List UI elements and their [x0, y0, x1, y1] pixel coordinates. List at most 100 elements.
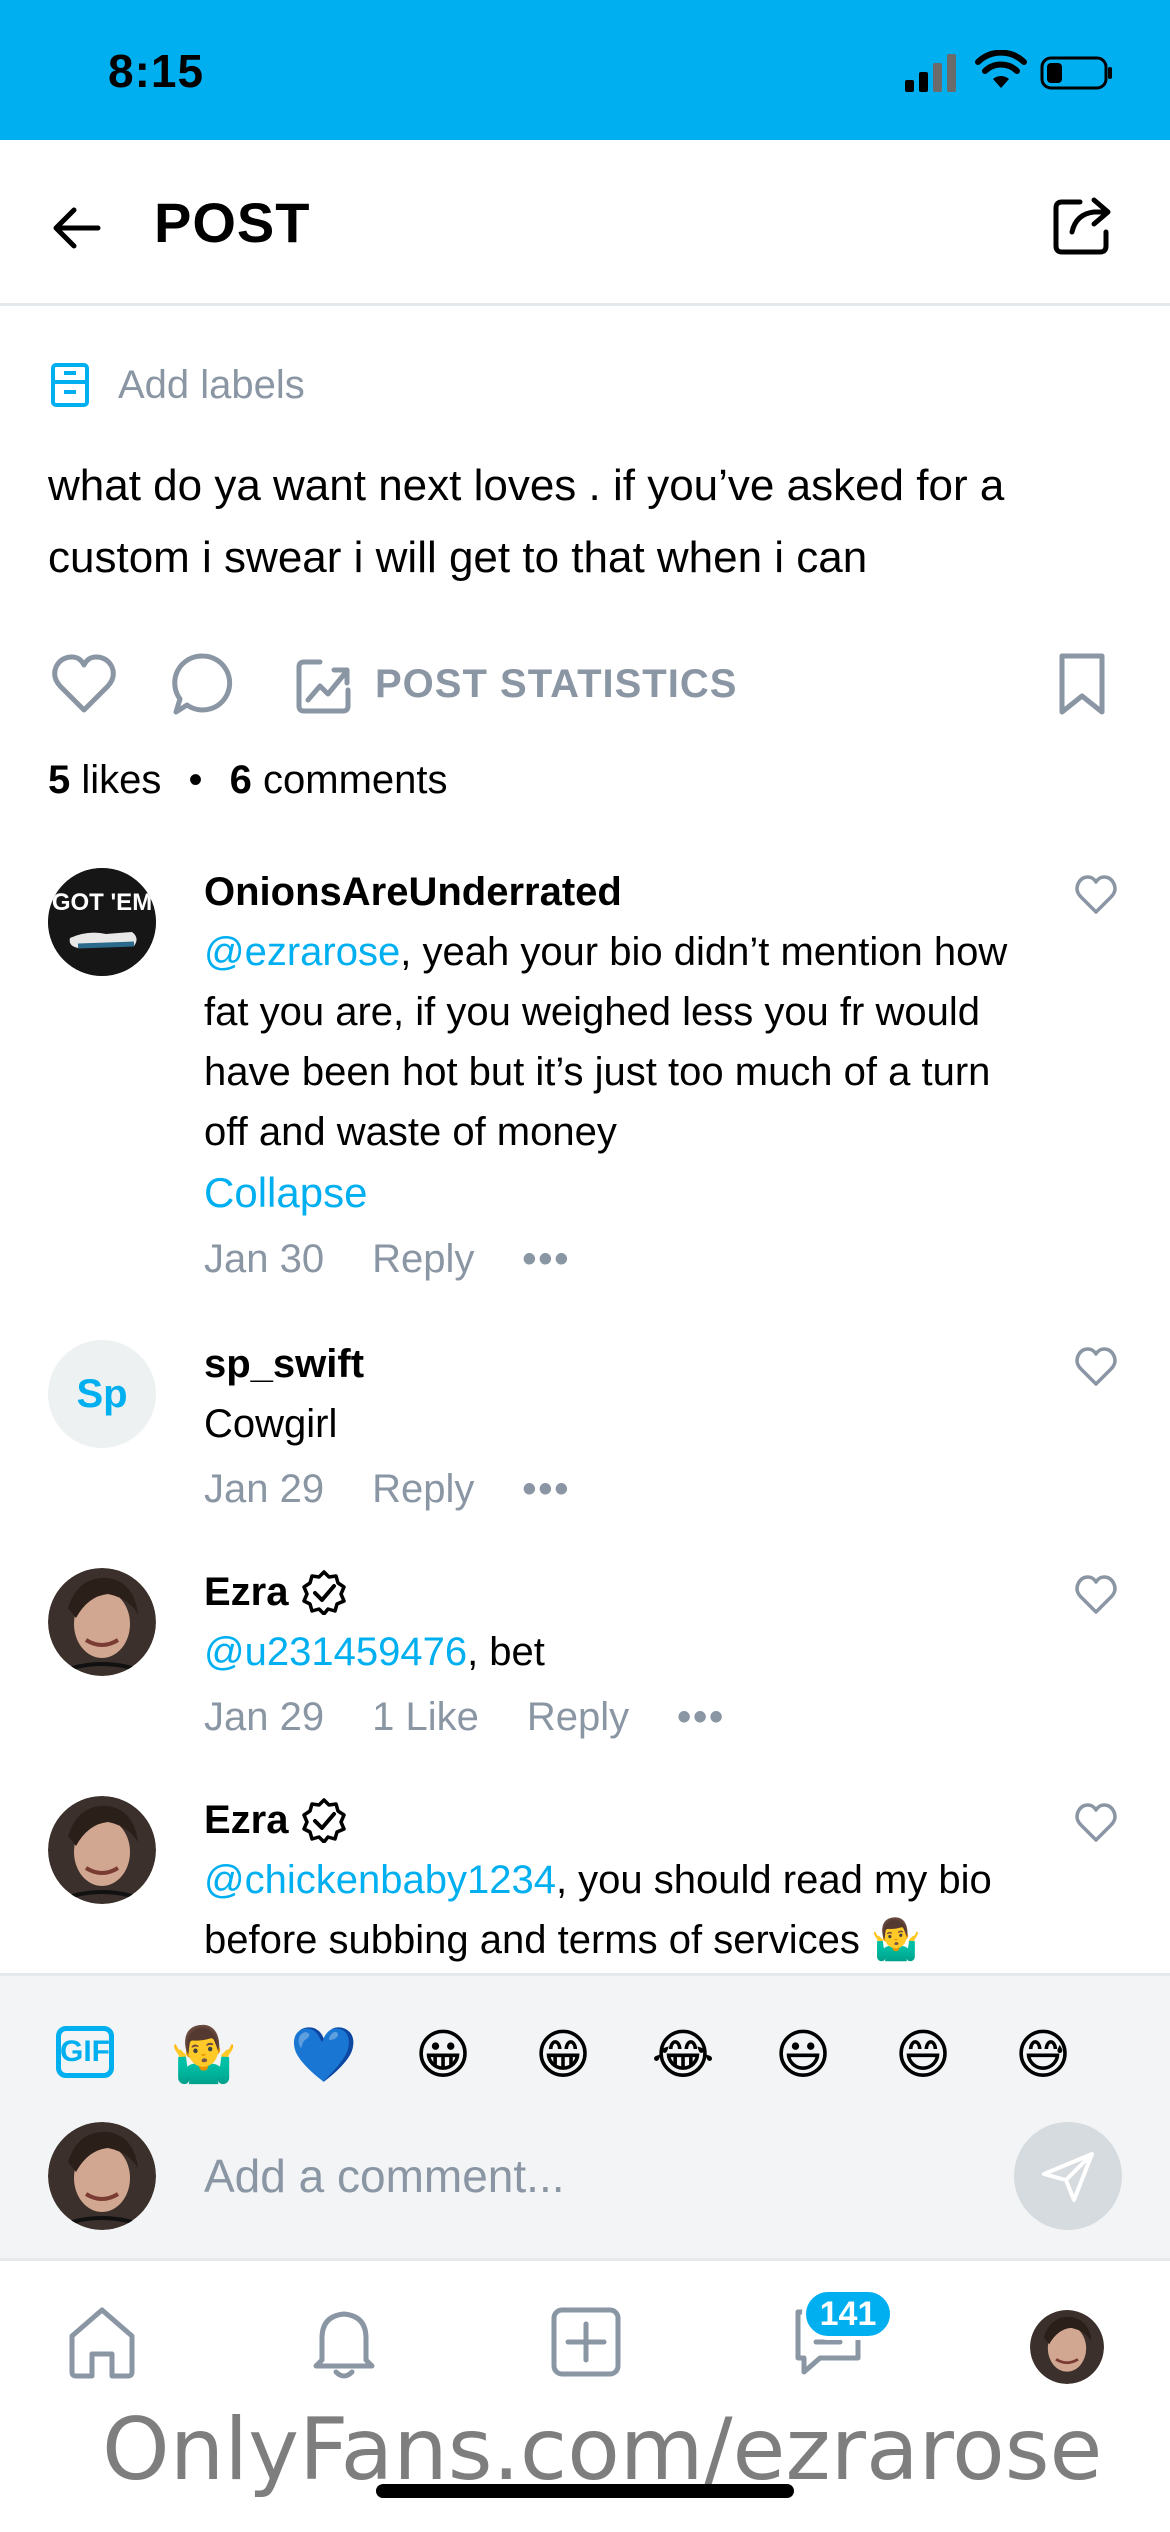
comment-date: Jan 29	[204, 1467, 325, 1511]
reply-button[interactable]: Reply	[372, 1454, 474, 1524]
comment-meta: Jan 29 Reply •••	[204, 1454, 1024, 1524]
statistics-icon[interactable]	[294, 656, 354, 716]
reply-button[interactable]: Reply	[372, 1224, 474, 1294]
avatar	[48, 2122, 156, 2230]
heart-icon[interactable]	[1074, 874, 1118, 916]
wifi-icon	[975, 50, 1027, 88]
comment-text: @u231459476, bet	[204, 1622, 1024, 1682]
avatar[interactable]	[48, 1568, 156, 1676]
count-separator: •	[188, 758, 203, 802]
home-icon[interactable]	[60, 2300, 144, 2384]
comment-meta: Jan 30 Reply •••	[204, 1224, 1024, 1294]
heart-icon[interactable]	[1074, 1346, 1118, 1388]
mention-link[interactable]: @chickenbaby1234	[204, 1858, 556, 1902]
comment-body: Ezra @u231459476, bet Jan 29 1 Like Repl…	[204, 1562, 1024, 1752]
comment-likes[interactable]: 1 Like	[372, 1682, 479, 1752]
comment-date: Jan 30	[204, 1237, 325, 1281]
post-statistics-button[interactable]: POST STATISTICS	[375, 662, 737, 707]
home-indicator	[376, 2484, 794, 2498]
comments-word: comments	[263, 758, 448, 802]
comment-author[interactable]: sp_swift	[204, 1334, 1024, 1394]
mention-link[interactable]: @ezrarose	[204, 930, 400, 974]
emoji-button[interactable]: 😀	[410, 2022, 476, 2088]
comment-meta: Jan 29 1 Like Reply •••	[204, 1682, 1024, 1752]
messages-badge: 141	[802, 2288, 894, 2340]
add-labels-button[interactable]: Add labels	[50, 360, 305, 410]
comment-input[interactable]	[184, 2126, 984, 2226]
heart-icon[interactable]	[1074, 1802, 1118, 1844]
verified-icon	[301, 1570, 346, 1615]
avatar-initials: Sp	[76, 1371, 128, 1416]
emoji-button[interactable]: 😁	[530, 2022, 596, 2088]
status-bar: 8:15	[0, 0, 1170, 140]
status-time: 8:15	[108, 45, 205, 97]
emoji-button[interactable]: 😅	[1010, 2022, 1076, 2088]
bookmark-icon[interactable]	[1052, 650, 1112, 718]
send-button[interactable]	[1014, 2122, 1122, 2230]
comment-author[interactable]: Ezra	[204, 1562, 1024, 1622]
emoji-button[interactable]: 💙	[290, 2022, 357, 2088]
user-photo-icon	[48, 2122, 156, 2230]
author-name[interactable]: Ezra	[204, 1562, 289, 1622]
cellular-signal-icon	[905, 54, 956, 92]
author-name[interactable]: Ezra	[204, 1790, 289, 1850]
emoji-button[interactable]: 😂	[650, 2022, 716, 2088]
user-photo-icon	[48, 1568, 156, 1676]
emoji-row: GIF 🤷‍♂️ 💙 😀 😁 😂 😃 😄 😅	[0, 2016, 1170, 2096]
comment-text: @chickenbaby1234, you should read my bio…	[204, 1850, 1024, 1970]
user-photo-icon	[48, 1796, 156, 1904]
add-post-icon[interactable]	[544, 2300, 628, 2384]
share-icon[interactable]	[1050, 192, 1116, 258]
emoji-button[interactable]: 😄	[890, 2022, 956, 2088]
got-em-avatar-icon: GOT 'EM	[48, 868, 156, 976]
top-header: POST	[0, 140, 1170, 306]
post-actions: POST STATISTICS	[0, 650, 1170, 730]
avatar[interactable]: GOT 'EM	[48, 868, 156, 976]
gif-button[interactable]: GIF	[56, 2026, 114, 2078]
more-options-icon[interactable]: •••	[677, 1682, 725, 1752]
post-text: what do ya want next loves . if you’ve a…	[48, 461, 1005, 582]
comment-icon[interactable]	[170, 650, 236, 718]
comment-author[interactable]: Ezra	[204, 1790, 1024, 1850]
add-labels-label: Add labels	[118, 362, 305, 407]
comment-item: GOT 'EM OnionsAreUnderrated @ezrarose, y…	[0, 862, 1170, 1282]
comment-text: @ezrarose, yeah your bio didn’t mention …	[204, 922, 1024, 1162]
comment-body: sp_swift Cowgirl Jan 29 Reply •••	[204, 1334, 1024, 1524]
page-title: POST	[154, 191, 311, 254]
comment-text: Cowgirl	[204, 1402, 338, 1446]
bell-icon[interactable]	[302, 2300, 386, 2384]
send-icon	[1042, 2152, 1094, 2202]
more-options-icon[interactable]: •••	[522, 1224, 570, 1294]
avatar[interactable]: Sp	[48, 1340, 156, 1448]
user-photo-icon	[1030, 2310, 1104, 2384]
heart-icon[interactable]	[50, 650, 118, 718]
author-name[interactable]: sp_swift	[204, 1334, 364, 1394]
comment-item: Ezra @chickenbaby1234, you should read m…	[0, 1790, 1170, 1973]
battery-icon	[1040, 56, 1112, 90]
profile-avatar[interactable]	[1030, 2310, 1104, 2384]
avatar[interactable]	[48, 1796, 156, 1904]
emoji-button[interactable]: 😃	[770, 2022, 836, 2088]
author-name[interactable]: OnionsAreUnderrated	[204, 862, 622, 922]
comment-item: Ezra @u231459476, bet Jan 29 1 Like Repl…	[0, 1562, 1170, 1742]
likes-count: 5	[48, 758, 71, 802]
comment-text-body: , bet	[467, 1630, 545, 1674]
comment-date: Jan 29	[204, 1695, 325, 1739]
post-counts: 5 likes • 6 comments	[48, 758, 448, 803]
emoji-button[interactable]: 🤷‍♂️	[170, 2022, 237, 2088]
mention-link[interactable]: @u231459476	[204, 1630, 467, 1674]
reply-button[interactable]: Reply	[527, 1682, 629, 1752]
comment-composer: GIF 🤷‍♂️ 💙 😀 😁 😂 😃 😄 😅	[0, 1973, 1170, 2261]
comment-body: Ezra @chickenbaby1234, you should read m…	[204, 1790, 1024, 1970]
labels-icon	[51, 363, 89, 407]
likes-word: likes	[81, 758, 162, 802]
comments-count: 6	[229, 758, 252, 802]
verified-icon	[301, 1798, 346, 1843]
comment-item: Sp sp_swift Cowgirl Jan 29 Reply •••	[0, 1334, 1170, 1514]
avatar-text: GOT 'EM	[52, 889, 152, 916]
collapse-button[interactable]: Collapse	[204, 1162, 1024, 1224]
comment-author[interactable]: OnionsAreUnderrated	[204, 862, 1024, 922]
heart-icon[interactable]	[1074, 1574, 1118, 1616]
arrow-left-icon[interactable]	[48, 198, 108, 258]
more-options-icon[interactable]: •••	[522, 1454, 570, 1524]
